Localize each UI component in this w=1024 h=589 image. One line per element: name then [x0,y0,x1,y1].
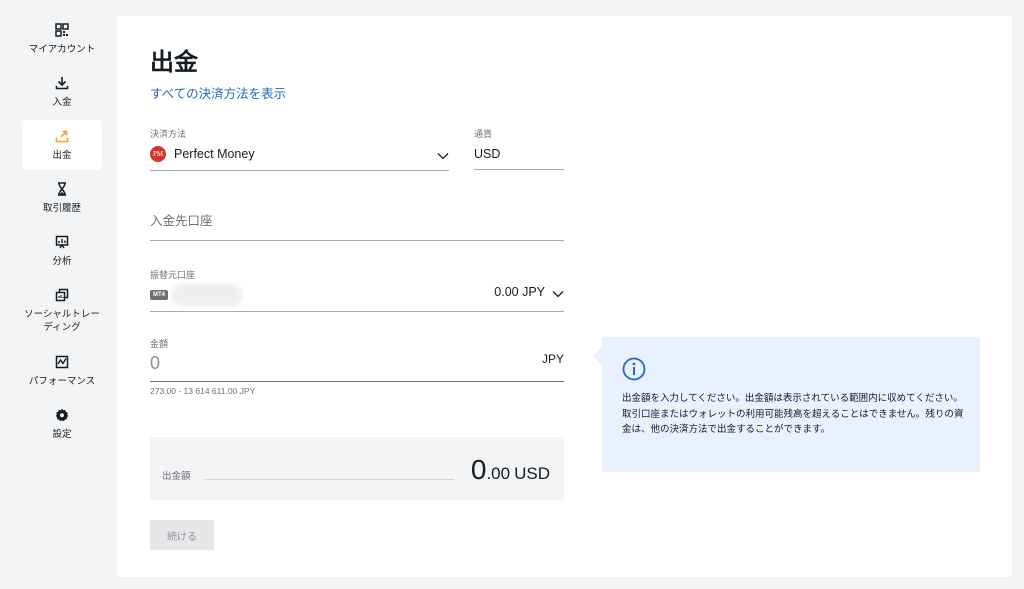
mt4-badge: MT4 [150,290,168,300]
info-box-pointer [593,347,602,365]
sidebar-item-social-trading[interactable]: ソーシャルトレーディング [22,279,102,343]
chevron-down-icon [437,153,449,160]
currency-value: USD [474,147,501,161]
chevron-down-icon [552,291,564,298]
gear-icon [55,408,69,421]
withdraw-card: 出金 すべての決済方法を表示 決済方法 PM Perfect Money 通貨 … [117,16,1012,577]
summary-divider [204,479,454,480]
summary-amount-integer: 0 [470,454,487,485]
currency-label: 通貨 [474,129,493,139]
copy-icon [55,288,69,302]
analytics-icon [55,235,69,248]
performance-chart-icon [55,355,69,368]
from-account-balance: 0.00 JPY [494,285,545,299]
all-payment-methods-link[interactable]: すべての決済方法を表示 [150,83,286,102]
sidebar-item-label: 設定 [52,428,72,440]
currency-field: 通貨 USD [474,127,564,170]
sidebar-item-analytics[interactable]: 分析 [22,226,102,276]
page-title: 出金 [150,49,198,76]
download-icon [55,76,69,89]
info-icon [622,357,646,381]
sidebar-item-label: 入金 [52,96,72,108]
sidebar-item-performance[interactable]: パフォーマンス [22,346,102,396]
summary-label: 出金額 [162,471,191,482]
withdraw-summary: 出金額 0.00 USD [150,437,564,500]
from-account-select[interactable]: 振替元口座 MT4 0.00 JPY [150,268,564,312]
info-box: 出金額を入力してください。出金額は表示されている範囲内に収めてください。取引口座… [593,337,980,472]
sidebar-item-withdraw[interactable]: 出金 [22,120,102,170]
sidebar-item-label: マイアカウント [28,43,96,55]
sidebar-item-label: 分析 [52,255,72,267]
qr-grid-icon [55,22,69,37]
sidebar-item-my-account[interactable]: マイアカウント [22,14,102,64]
amount-range: 273.00 - 13 614 611.00 JPY [150,386,256,396]
summary-amount-decimal: .00 [486,464,511,483]
deposit-account-placeholder: 入金先口座 [150,214,213,228]
amount-label: 金額 [150,339,169,349]
payment-method-label: 決済方法 [150,129,187,139]
amount-value: 0 [150,353,161,373]
blurred-account-number [172,284,242,306]
summary-amount: 0.00 USD [471,454,550,486]
sidebar: マイアカウント 入金 出金 取引履歴 分析 ソーシャルトレーディング パフォーマ… [0,14,112,452]
perfect-money-logo: PM [150,146,166,162]
sidebar-item-label: パフォーマンス [28,375,96,387]
upload-icon [55,130,69,142]
deposit-account-input[interactable]: 入金先口座 [150,196,564,241]
summary-currency: USD [514,464,550,483]
sidebar-item-label: 取引履歴 [42,202,81,214]
hourglass-icon [58,181,66,196]
payment-method-select[interactable]: 決済方法 PM Perfect Money [150,127,449,171]
from-account-label: 振替元口座 [150,270,196,280]
sidebar-item-deposit[interactable]: 入金 [22,67,102,117]
sidebar-item-label: ソーシャルトレーディング [24,309,100,333]
amount-unit: JPY [541,352,564,366]
sidebar-item-settings[interactable]: 設定 [22,399,102,449]
sidebar-item-label: 出金 [52,149,72,161]
continue-button[interactable]: 続ける [150,520,214,550]
sidebar-item-history[interactable]: 取引履歴 [22,173,102,223]
payment-method-value: Perfect Money [174,147,255,161]
amount-input[interactable]: 金額 0 JPY [150,337,564,382]
info-text: 出金額を入力してください。出金額は表示されている範囲内に収めてください。取引口座… [622,393,964,435]
